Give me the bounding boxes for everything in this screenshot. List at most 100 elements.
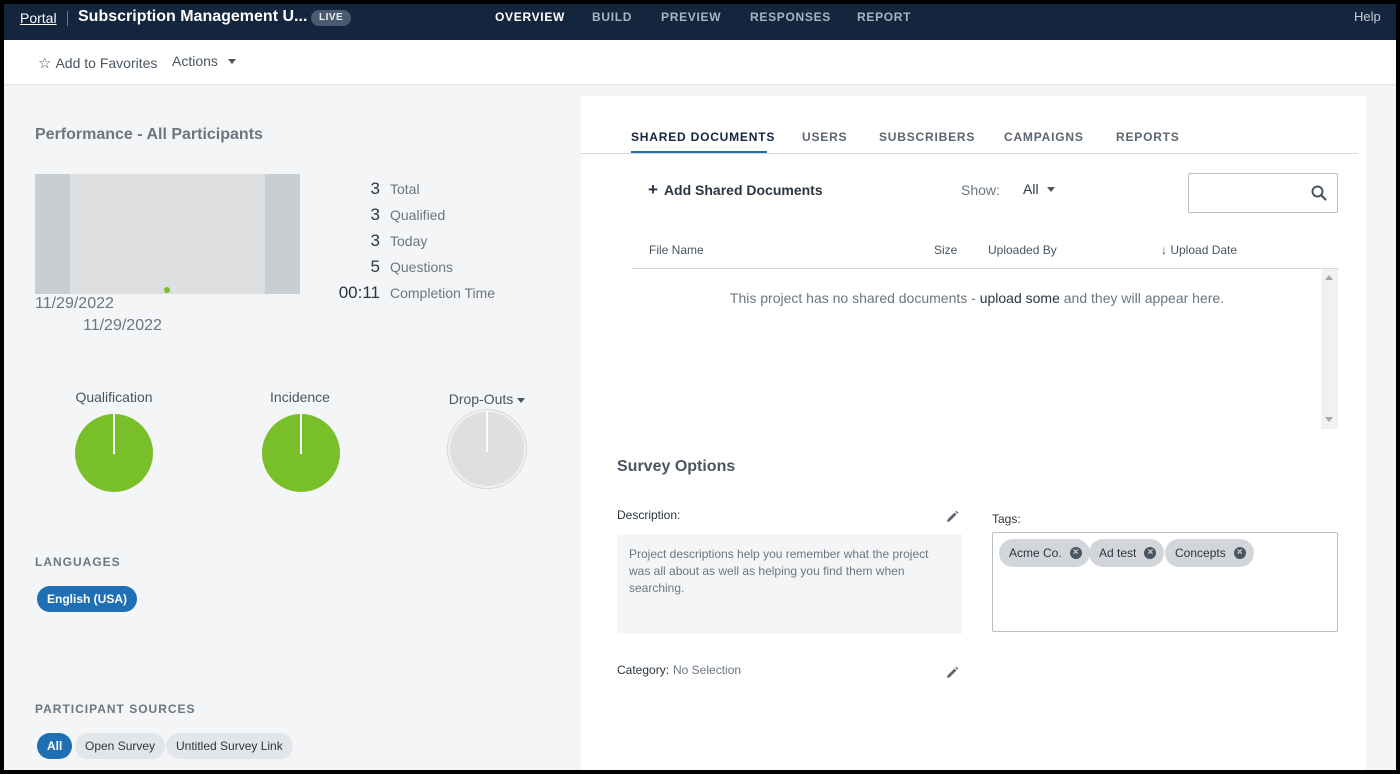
languages-heading: LANGUAGES bbox=[35, 555, 121, 569]
incidence-gauge bbox=[262, 414, 340, 492]
actions-label: Actions bbox=[172, 53, 218, 69]
documents-scrollbar[interactable] bbox=[1321, 269, 1338, 429]
survey-options-title: Survey Options bbox=[617, 458, 736, 475]
timeline-range bbox=[70, 174, 265, 294]
stat-label: Questions bbox=[390, 259, 454, 275]
show-filter-value: All bbox=[1023, 181, 1039, 197]
chevron-down-icon bbox=[227, 58, 236, 64]
column-upload-date-label: Upload Date bbox=[1170, 243, 1238, 257]
tag-chip: Acme Co. × bbox=[999, 539, 1090, 567]
stat-completion-time: 00:11 Completion Time bbox=[314, 283, 544, 303]
action-bar: ☆ Add to Favorites Actions bbox=[4, 40, 1396, 85]
stat-questions: 5 Questions bbox=[314, 257, 544, 277]
tags-field[interactable]: Acme Co. × Ad test × Concepts × bbox=[992, 532, 1338, 632]
tab-users[interactable]: USERS bbox=[802, 130, 847, 144]
table-header-divider bbox=[632, 268, 1338, 269]
language-pill[interactable]: English (USA) bbox=[37, 586, 137, 612]
source-pill-survey-link[interactable]: Untitled Survey Link bbox=[166, 733, 293, 759]
sort-arrow-icon: ↓ bbox=[1161, 243, 1167, 257]
dropouts-dropdown[interactable]: Drop-Outs bbox=[427, 391, 547, 407]
top-nav-bar: Portal Subscription Management U... LIVE… bbox=[4, 4, 1396, 40]
add-shared-documents-label: Add Shared Documents bbox=[663, 182, 823, 198]
search-icon[interactable] bbox=[1311, 185, 1327, 201]
gauge-needle bbox=[486, 412, 488, 452]
source-pill-open-survey[interactable]: Open Survey bbox=[75, 733, 166, 759]
nav-responses[interactable]: RESPONSES bbox=[750, 10, 831, 24]
actions-dropdown[interactable]: Actions bbox=[172, 53, 236, 69]
empty-message-text-end: and they will appear here. bbox=[1059, 290, 1225, 306]
tab-shared-documents[interactable]: SHARED DOCUMENTS bbox=[631, 130, 775, 144]
performance-title: Performance - All Participants bbox=[35, 126, 263, 143]
qualification-label: Qualification bbox=[75, 389, 153, 405]
status-badge: LIVE bbox=[311, 10, 352, 26]
tab-reports[interactable]: REPORTS bbox=[1116, 130, 1180, 144]
tag-chip: Concepts × bbox=[1165, 539, 1254, 567]
portal-link[interactable]: Portal bbox=[20, 10, 57, 26]
edit-description-pencil-icon[interactable] bbox=[945, 510, 959, 524]
tags-label: Tags: bbox=[992, 512, 1021, 526]
column-uploaded-by[interactable]: Uploaded By bbox=[988, 243, 1057, 257]
empty-message-text: This project has no shared documents - bbox=[729, 290, 980, 306]
tag-label: Ad test bbox=[1099, 546, 1137, 560]
stat-label: Qualified bbox=[390, 207, 446, 223]
dropouts-label: Drop-Outs bbox=[448, 391, 514, 407]
description-field[interactable]: Project descriptions help you remember w… bbox=[617, 534, 962, 634]
stat-value: 3 bbox=[370, 231, 380, 250]
app-window: Portal Subscription Management U... LIVE… bbox=[4, 4, 1396, 770]
search-input[interactable] bbox=[1195, 180, 1305, 206]
nav-report[interactable]: REPORT bbox=[857, 10, 911, 24]
add-to-favorites-label: Add to Favorites bbox=[55, 55, 158, 71]
add-to-favorites-button[interactable]: ☆ Add to Favorites bbox=[38, 54, 157, 72]
stat-label: Total bbox=[390, 181, 420, 197]
nav-divider bbox=[67, 11, 68, 26]
stat-value: 00:11 bbox=[338, 283, 380, 302]
document-search bbox=[1188, 173, 1338, 213]
empty-documents-message: This project has no shared documents - u… bbox=[632, 290, 1322, 306]
category-value: No Selection bbox=[673, 663, 742, 677]
help-link[interactable]: Help bbox=[1354, 9, 1381, 24]
chevron-down-icon bbox=[1046, 186, 1055, 192]
category-label: Category: bbox=[617, 663, 670, 677]
timeline-point bbox=[164, 287, 170, 293]
tabs-divider bbox=[581, 153, 1358, 154]
tag-chip: Ad test × bbox=[1089, 539, 1165, 567]
project-title: Subscription Management U... bbox=[78, 8, 308, 25]
nav-build[interactable]: BUILD bbox=[592, 10, 632, 24]
nav-overview[interactable]: OVERVIEW bbox=[495, 10, 565, 24]
stat-value: 5 bbox=[370, 257, 380, 276]
stat-value: 3 bbox=[370, 179, 380, 198]
add-shared-documents-button[interactable]: + Add Shared Documents bbox=[648, 180, 823, 200]
edit-category-pencil-icon[interactable] bbox=[945, 666, 959, 680]
remove-tag-icon[interactable]: × bbox=[1069, 547, 1082, 559]
tab-subscribers[interactable]: SUBSCRIBERS bbox=[879, 130, 975, 144]
dropouts-gauge bbox=[448, 410, 526, 488]
gauge-needle bbox=[113, 414, 115, 454]
stat-total: 3 Total bbox=[314, 179, 544, 199]
upload-link[interactable]: upload some bbox=[980, 290, 1060, 306]
stat-value: 3 bbox=[370, 205, 380, 224]
participant-sources-heading: PARTICIPANT SOURCES bbox=[35, 702, 196, 716]
source-pill-all[interactable]: All bbox=[37, 733, 73, 759]
timeline-end-date: 11/29/2022 bbox=[83, 317, 162, 334]
show-filter-label: Show: bbox=[961, 182, 1000, 198]
star-icon: ☆ bbox=[38, 55, 52, 72]
column-upload-date[interactable]: ↓ Upload Date bbox=[1161, 243, 1237, 257]
timeline-start-date: 11/29/2022 bbox=[35, 295, 114, 312]
remove-tag-icon[interactable]: × bbox=[1144, 547, 1157, 559]
scroll-up-arrow-icon[interactable] bbox=[1325, 275, 1333, 280]
qualification-gauge bbox=[75, 414, 153, 492]
stat-label: Today bbox=[390, 233, 428, 249]
column-size[interactable]: Size bbox=[934, 243, 957, 257]
stat-qualified: 3 Qualified bbox=[314, 205, 544, 225]
remove-tag-icon[interactable]: × bbox=[1233, 547, 1246, 559]
show-filter-dropdown[interactable]: All bbox=[1023, 181, 1055, 197]
gauge-needle bbox=[300, 414, 302, 454]
details-panel: SHARED DOCUMENTS USERS SUBSCRIBERS CAMPA… bbox=[581, 96, 1366, 770]
nav-preview[interactable]: PREVIEW bbox=[661, 10, 721, 24]
tab-campaigns[interactable]: CAMPAIGNS bbox=[1004, 130, 1084, 144]
scroll-down-arrow-icon[interactable] bbox=[1325, 417, 1333, 422]
column-file-name[interactable]: File Name bbox=[649, 243, 704, 257]
plus-icon: + bbox=[648, 180, 658, 199]
description-label: Description: bbox=[617, 508, 681, 522]
chevron-down-icon bbox=[517, 397, 526, 403]
